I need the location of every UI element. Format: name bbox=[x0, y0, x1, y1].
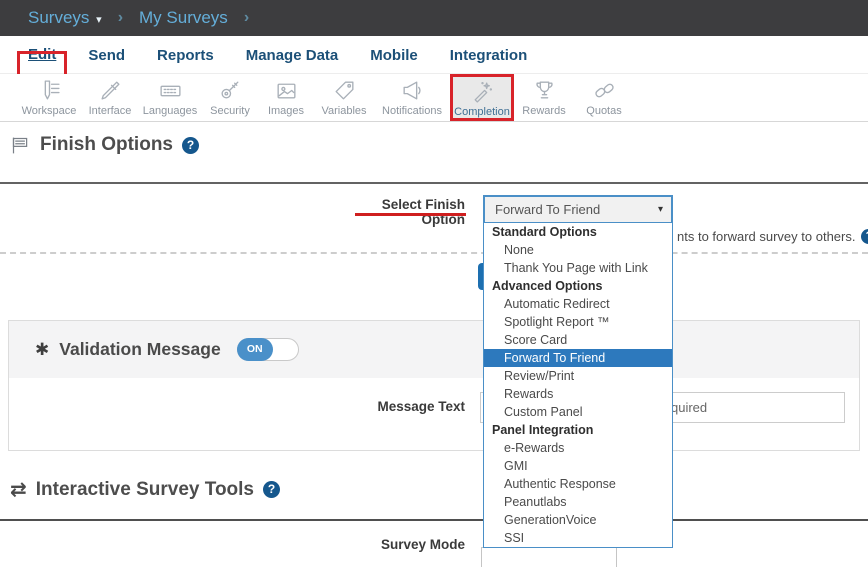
help-icon[interactable]: ? bbox=[263, 481, 280, 498]
help-icon[interactable]: ? bbox=[861, 229, 868, 244]
breadcrumb-surveys[interactable]: Surveys ▾ bbox=[28, 8, 102, 28]
dropdown-option-score-card[interactable]: Score Card bbox=[484, 331, 672, 349]
tool-label: Notifications bbox=[382, 105, 442, 117]
dropdown-option-e-rewards[interactable]: e-Rewards bbox=[484, 439, 672, 457]
select-arrow-icon: ▾ bbox=[658, 197, 663, 222]
validation-toggle[interactable]: ON bbox=[237, 338, 299, 361]
dropdown-option-review-print[interactable]: Review/Print bbox=[484, 367, 672, 385]
dropdown-option-generationvoice[interactable]: GenerationVoice bbox=[484, 511, 672, 529]
breadcrumb-separator-icon: › bbox=[112, 9, 129, 27]
message-text-label: Message Text bbox=[340, 399, 465, 414]
tool-notifications[interactable]: Notifications bbox=[374, 74, 450, 121]
tool-label: Images bbox=[268, 105, 304, 117]
tool-images[interactable]: Images bbox=[258, 74, 314, 121]
key-icon bbox=[218, 78, 243, 103]
breadcrumb-surveys-label: Surveys bbox=[28, 8, 89, 27]
dropdown-option-gmi[interactable]: GMI bbox=[484, 457, 672, 475]
menu-item-integration[interactable]: Integration bbox=[450, 47, 528, 64]
pencil-lines-icon bbox=[37, 78, 62, 103]
menu-item-manage-data[interactable]: Manage Data bbox=[246, 47, 339, 64]
breadcrumb-my-surveys[interactable]: My Surveys bbox=[139, 8, 228, 28]
chevron-down-icon: ▾ bbox=[96, 14, 102, 26]
forward-note-text: nts to forward survey to others. ? bbox=[677, 229, 868, 244]
tool-label: Rewards bbox=[522, 105, 565, 117]
magic-wand-icon bbox=[470, 79, 495, 104]
menu-bar: Edit Send Reports Manage Data Mobile Int… bbox=[0, 36, 868, 74]
toggle-on-label: ON bbox=[237, 338, 273, 361]
flag-icon bbox=[10, 135, 31, 156]
dropdown-option-authentic-response[interactable]: Authentic Response bbox=[484, 475, 672, 493]
tool-label: Security bbox=[210, 105, 250, 117]
dropdown-option-thank-you-page[interactable]: Thank You Page with Link bbox=[484, 259, 672, 277]
tool-interface[interactable]: Interface bbox=[82, 74, 138, 121]
menu-item-reports[interactable]: Reports bbox=[157, 47, 214, 64]
megaphone-icon bbox=[400, 78, 425, 103]
edit-toolbar: Workspace Interface Languages Security I… bbox=[0, 74, 868, 122]
tool-label: Languages bbox=[143, 105, 197, 117]
dropdown-option-rewards[interactable]: Rewards bbox=[484, 385, 672, 403]
tool-security[interactable]: Security bbox=[202, 74, 258, 121]
pen-icon bbox=[98, 78, 123, 103]
tool-label: Variables bbox=[321, 105, 366, 117]
interactive-survey-tools-heading: ⇄ Interactive Survey Tools ? bbox=[10, 477, 280, 502]
finish-options-heading: Finish Options ? bbox=[10, 134, 199, 156]
arrows-exchange-icon: ⇄ bbox=[10, 477, 27, 502]
finish-option-select[interactable]: Forward To Friend ▾ bbox=[483, 195, 673, 224]
app-window: Surveys ▾ › My Surveys › Edit Send Repor… bbox=[0, 0, 868, 567]
validation-title: Validation Message bbox=[59, 339, 220, 360]
section-divider bbox=[0, 182, 868, 184]
breadcrumb-separator-icon: › bbox=[238, 9, 255, 27]
dropdown-option-automatic-redirect[interactable]: Automatic Redirect bbox=[484, 295, 672, 313]
tool-rewards[interactable]: Rewards bbox=[514, 74, 574, 121]
forward-note-fragment: nts to forward survey to others. bbox=[677, 229, 855, 244]
dropdown-option-spotlight-report[interactable]: Spotlight Report ™ bbox=[484, 313, 672, 331]
dropdown-option-none[interactable]: None bbox=[484, 241, 672, 259]
section-title: Finish Options bbox=[40, 134, 173, 156]
select-value: Forward To Friend bbox=[495, 197, 600, 222]
tool-label: Interface bbox=[89, 105, 132, 117]
help-icon[interactable]: ? bbox=[182, 137, 199, 154]
top-navigation-bar: Surveys ▾ › My Surveys › bbox=[0, 0, 868, 36]
chain-links-icon bbox=[592, 78, 617, 103]
dropdown-option-forward-to-friend[interactable]: Forward To Friend bbox=[484, 349, 672, 367]
tool-label: Completion bbox=[454, 106, 510, 118]
tool-variables[interactable]: Variables bbox=[314, 74, 374, 121]
dropdown-group-panel-integration: Panel Integration bbox=[484, 421, 672, 439]
menu-item-send[interactable]: Send bbox=[88, 47, 125, 64]
dropdown-option-ssi[interactable]: SSI bbox=[484, 529, 672, 547]
tool-label: Quotas bbox=[586, 105, 621, 117]
select-finish-option-label: Select Finish Option bbox=[340, 197, 465, 227]
tool-completion[interactable]: Completion bbox=[450, 74, 514, 121]
trophy-icon bbox=[532, 78, 557, 103]
menu-item-edit[interactable]: Edit bbox=[28, 46, 56, 63]
image-icon bbox=[274, 78, 299, 103]
asterisk-icon: ✱ bbox=[35, 340, 49, 360]
validation-panel-header: ✱ Validation Message ON bbox=[9, 321, 859, 378]
menu-item-mobile[interactable]: Mobile bbox=[370, 47, 418, 64]
tool-quotas[interactable]: Quotas bbox=[574, 74, 634, 121]
dropdown-option-custom-panel[interactable]: Custom Panel bbox=[484, 403, 672, 421]
tag-icon bbox=[332, 78, 357, 103]
dropdown-group-advanced-options: Advanced Options bbox=[484, 277, 672, 295]
survey-mode-select[interactable] bbox=[481, 547, 617, 567]
tool-label: Workspace bbox=[22, 105, 77, 117]
validation-message-panel: ✱ Validation Message ON bbox=[8, 320, 860, 451]
annotation-underline bbox=[355, 213, 466, 216]
dropdown-group-standard-options: Standard Options bbox=[484, 223, 672, 241]
tool-workspace[interactable]: Workspace bbox=[16, 74, 82, 121]
section-divider bbox=[0, 519, 868, 521]
dashed-divider bbox=[0, 252, 868, 254]
tool-languages[interactable]: Languages bbox=[138, 74, 202, 121]
keyboard-icon bbox=[158, 78, 183, 103]
dropdown-option-peanutlabs[interactable]: Peanutlabs bbox=[484, 493, 672, 511]
finish-option-dropdown-list: Standard Options None Thank You Page wit… bbox=[483, 223, 673, 548]
section-title: Interactive Survey Tools bbox=[36, 479, 254, 501]
survey-mode-label: Survey Mode bbox=[340, 537, 465, 552]
breadcrumb: Surveys ▾ › My Surveys › bbox=[28, 0, 255, 36]
